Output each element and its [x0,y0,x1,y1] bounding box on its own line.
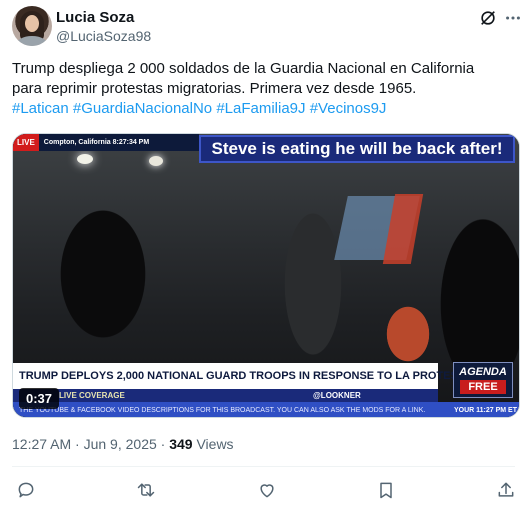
coverage-label: LIVE COVERAGE [59,391,125,400]
views-count: 349 [169,436,193,452]
tweet: Lucia Soza @LuciaSoza98 Trump despliega … [0,0,527,509]
bookmark-button[interactable] [375,479,397,501]
coverage-bar: LIVE COVERAGE @LOOKNER [13,389,438,402]
hashtag-link[interactable]: #LaFamilia9J [216,100,305,117]
views-label: Views [192,436,234,452]
news-headline: TRUMP DEPLOYS 2,000 NATIONAL GUARD TROOP… [13,363,472,389]
looker-label: @LOOKNER [313,391,361,400]
live-bar: LIVE Compton, California 8:27:34 PM [13,134,199,151]
share-icon [498,482,514,497]
divider [12,466,515,467]
avatar[interactable] [12,6,52,46]
live-tag: LIVE [13,134,39,151]
street-light [77,154,93,164]
video-duration: 0:37 [19,388,60,409]
logo-top: AGENDA [459,366,507,378]
news-ticker: THE YOUTUBE & FACEBOOK VIDEO DESCRIPTION… [13,402,519,417]
video-banner: Steve is eating he will be back after! [199,135,515,163]
tweet-text-line: Trump despliega 2 000 soldados de la Gua… [12,60,475,77]
hashtag-line: #Latican #GuardiaNacionalNo #LaFamilia9J… [12,99,512,119]
more-options-icon[interactable] [504,9,522,27]
live-location: Compton, California 8:27:34 PM [43,139,150,146]
hashtag-link[interactable]: #GuardiaNacionalNo [73,100,212,117]
ticker-text: THE YOUTUBE & FACEBOOK VIDEO DESCRIPTION… [19,407,426,414]
bookmark-icon [380,482,392,499]
reply-button[interactable] [15,479,37,501]
timestamp[interactable]: 12:27 AM · Jun 9, 2025 · [12,436,169,452]
share-button[interactable] [495,479,517,501]
like-button[interactable] [256,479,278,501]
retweet-button[interactable] [135,479,157,501]
tweet-meta: 12:27 AM · Jun 9, 2025 · 349 Views [12,436,234,452]
display-name[interactable]: Lucia Soza [56,9,134,26]
agenda-free-logo: AGENDA FREE [453,362,513,398]
tweet-text: Trump despliega 2 000 soldados de la Gua… [12,59,512,119]
like-icon [260,484,274,498]
tweet-text-line: para reprimir protestas migratorias. Pri… [12,80,417,97]
video-player[interactable]: LIVE Compton, California 8:27:34 PM Stev… [12,133,520,418]
ticker-time: YOUR 11:27 PM ET [449,402,517,417]
street-light [149,156,163,166]
reply-icon [18,482,34,498]
grok-icon[interactable] [479,9,497,27]
logo-bottom: FREE [460,380,506,394]
retweet-icon [137,483,155,497]
user-handle[interactable]: @LuciaSoza98 [56,28,151,44]
hashtag-link[interactable]: #Vecinos9J [310,100,387,117]
hashtag-link[interactable]: #Latican [12,100,69,117]
